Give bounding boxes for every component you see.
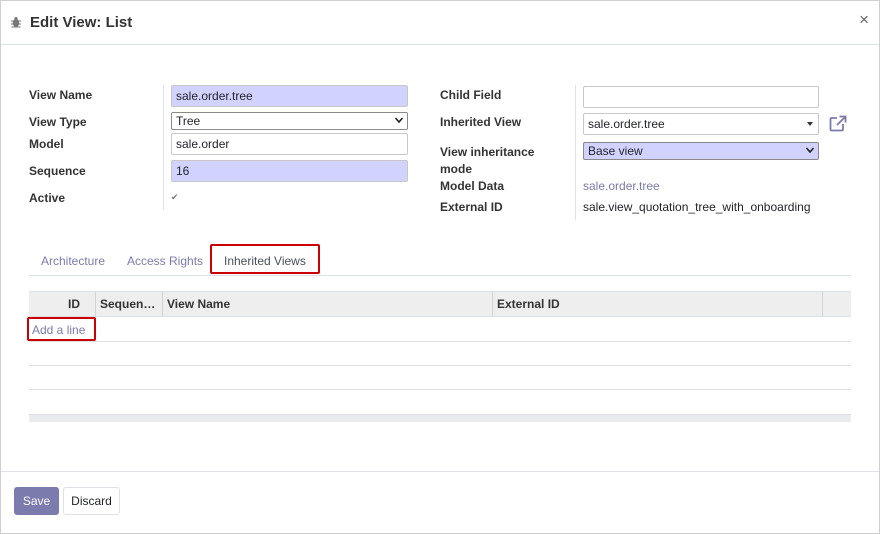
dialog-header: Edit View: List × xyxy=(1,1,879,45)
table-row xyxy=(29,390,851,415)
active-checkbox[interactable]: ✔ xyxy=(171,192,181,202)
inherited-view-value: sale.order.tree xyxy=(588,117,665,131)
inheritance-mode-value: Base view xyxy=(588,144,643,158)
child-field-input[interactable] xyxy=(583,86,819,108)
sequence-input[interactable]: 16 xyxy=(171,160,408,182)
sequence-label: Sequence xyxy=(29,164,86,178)
table-row xyxy=(29,318,851,342)
view-name-input[interactable]: sale.order.tree xyxy=(171,85,408,107)
inherited-view-label: Inherited View xyxy=(440,115,522,129)
view-type-select[interactable]: Tree xyxy=(171,112,408,130)
discard-button[interactable]: Discard xyxy=(63,487,120,515)
column-sequence[interactable]: Sequen… xyxy=(95,292,162,316)
external-id-value: sale.view_quotation_tree_with_onboarding xyxy=(583,200,811,214)
table-row xyxy=(29,366,851,390)
table-header: ID Sequen… View Name External ID xyxy=(29,291,851,317)
tab-access-rights[interactable]: Access Rights xyxy=(127,254,203,268)
external-id-label: External ID xyxy=(440,200,503,214)
model-input[interactable]: sale.order xyxy=(171,133,408,155)
inheritance-mode-label-line1: View inheritance xyxy=(440,145,535,159)
inheritance-mode-label-line2: mode xyxy=(440,162,473,176)
save-button[interactable]: Save xyxy=(14,487,59,515)
inheritance-mode-select[interactable]: Base view xyxy=(583,142,819,160)
model-label: Model xyxy=(29,137,64,151)
tab-divider xyxy=(29,275,851,276)
column-options xyxy=(822,292,851,316)
child-field-label: Child Field xyxy=(440,88,502,102)
view-type-label: View Type xyxy=(29,115,87,129)
table-row xyxy=(29,342,851,366)
model-data-label: Model Data xyxy=(440,179,505,193)
tab-architecture[interactable]: Architecture xyxy=(41,254,105,268)
column-id[interactable]: ID xyxy=(29,292,95,316)
view-type-value: Tree xyxy=(176,114,201,128)
close-icon[interactable]: × xyxy=(859,11,869,28)
left-column-divider xyxy=(163,85,164,210)
dialog-title: Edit View: List xyxy=(30,14,133,31)
view-name-label: View Name xyxy=(29,88,93,102)
column-external-id[interactable]: External ID xyxy=(492,292,822,316)
tab-highlight xyxy=(210,244,320,274)
chevron-down-icon xyxy=(395,117,403,124)
active-label: Active xyxy=(29,191,66,205)
chevron-down-icon xyxy=(806,147,814,154)
edit-view-dialog: Edit View: List × View Name View Type Mo… xyxy=(0,0,880,534)
external-link-icon[interactable] xyxy=(829,115,847,132)
table-footer xyxy=(29,415,851,422)
column-view-name[interactable]: View Name xyxy=(162,292,492,316)
right-column-divider xyxy=(575,85,576,220)
model-data-link[interactable]: sale.order.tree xyxy=(583,179,660,193)
caret-down-icon xyxy=(807,122,813,126)
add-line-highlight xyxy=(27,317,96,341)
dialog-footer-divider xyxy=(1,471,879,472)
inherited-view-input[interactable]: sale.order.tree xyxy=(583,113,819,135)
bug-icon xyxy=(11,17,21,28)
